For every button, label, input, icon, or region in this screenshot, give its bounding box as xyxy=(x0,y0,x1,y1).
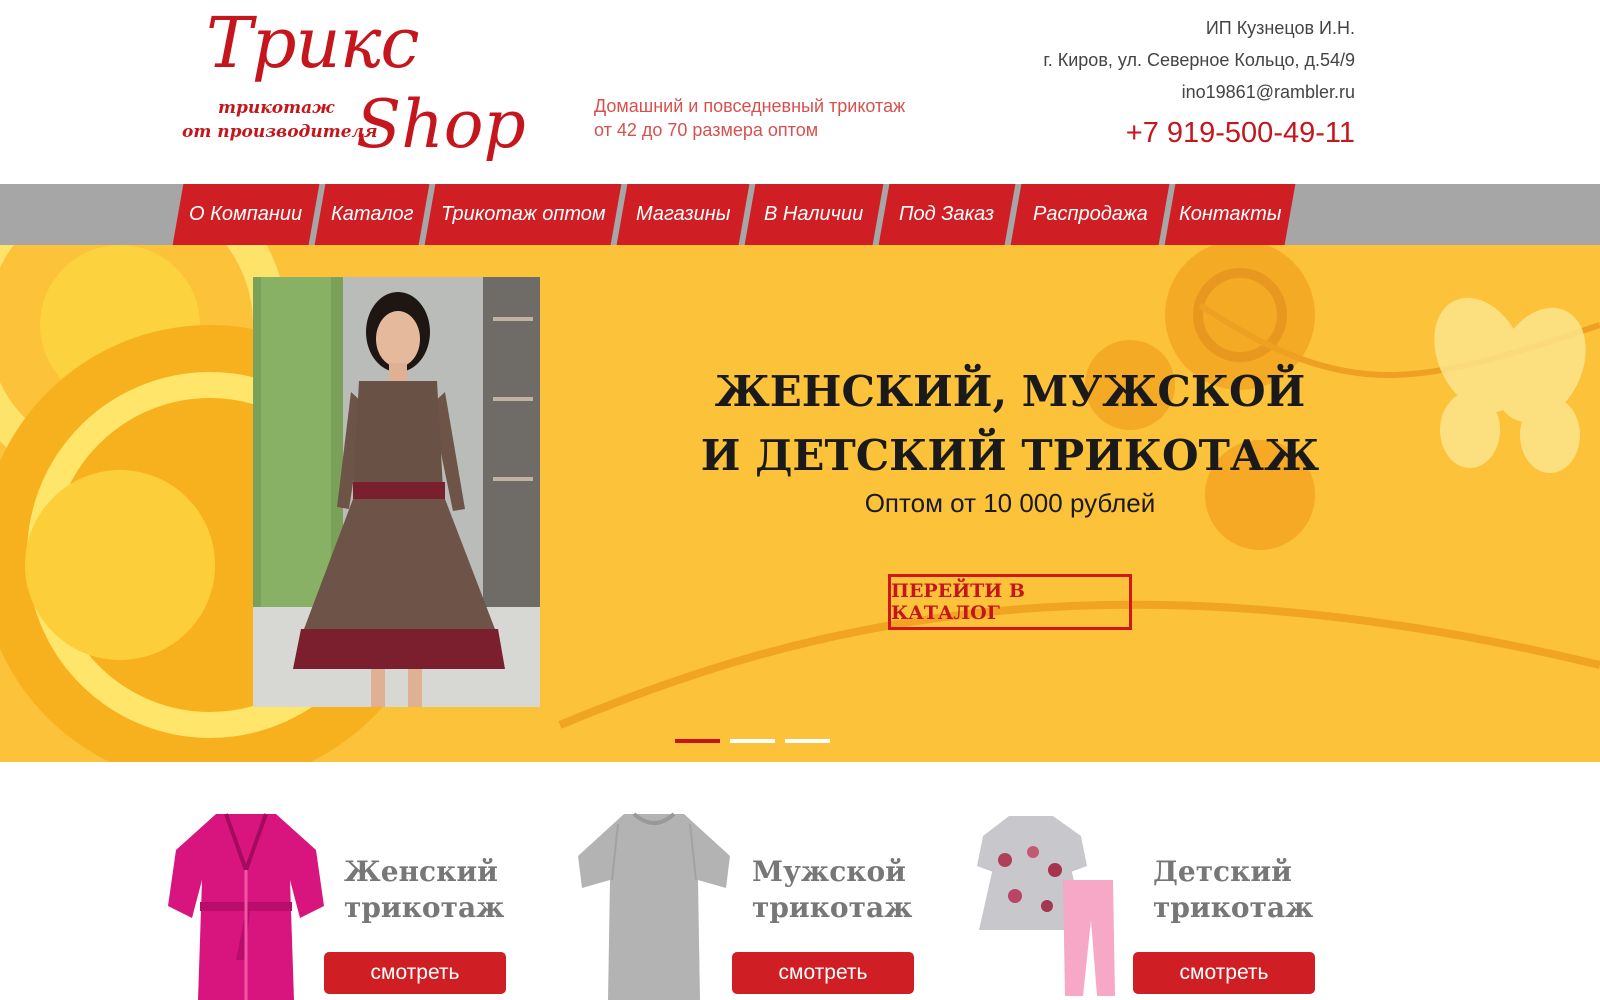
main-nav: О Компании Каталог Трикотаж оптом Магази… xyxy=(0,184,1600,245)
nav-item-label: Распродажа xyxy=(1032,203,1148,225)
nav-item-wholesale[interactable]: Трикотаж оптом xyxy=(424,184,622,245)
nav-item-contacts[interactable]: Контакты xyxy=(1164,184,1296,245)
view-men-button[interactable]: смотреть xyxy=(732,952,914,994)
site-header: Трикс трикотаж от производителя Shop Дом… xyxy=(0,0,1600,184)
company-owner: ИП Кузнецов И.Н. xyxy=(1205,18,1355,38)
nav-item-in-stock[interactable]: В Наличии xyxy=(744,184,884,245)
slider-dot-2[interactable] xyxy=(730,739,775,743)
view-women-button[interactable]: смотреть xyxy=(324,952,506,994)
slider-pagination xyxy=(675,739,840,743)
header-contacts: ИП Кузнецов И.Н. г. Киров, ул. Северное … xyxy=(1043,12,1355,150)
hero-title-line-1: ЖЕНСКИЙ, МУЖСКОЙ xyxy=(714,367,1306,416)
hero-title-line-2: И ДЕТСКИЙ ТРИКОТАЖ xyxy=(700,431,1320,480)
pink-robe-image[interactable] xyxy=(166,810,326,1000)
nav-item-about[interactable]: О Компании xyxy=(172,184,320,245)
nav-item-catalog[interactable]: Каталог xyxy=(314,184,430,245)
logo-word-shop: Shop xyxy=(356,86,526,163)
category-title-women: Женский трикотаж xyxy=(344,854,504,926)
category-section: Женский трикотаж смотреть Мужской трикот… xyxy=(0,762,1600,1000)
kids-dress-image[interactable] xyxy=(975,810,1135,1000)
nav-item-label: Магазины xyxy=(635,203,731,225)
nav-item-label: О Компании xyxy=(189,203,303,225)
category-title-line: Женский xyxy=(344,855,498,888)
hero-model-photo xyxy=(253,277,540,707)
company-phone[interactable]: +7 919-500-49-11 xyxy=(1043,116,1355,150)
category-title-line: Детский xyxy=(1153,855,1292,888)
category-title-line: трикотаж xyxy=(1153,891,1314,924)
model-in-dress-image xyxy=(253,277,540,707)
view-kids-button[interactable]: смотреть xyxy=(1133,952,1315,994)
category-title-men: Мужской трикотаж xyxy=(752,854,912,926)
category-title-kids: Детский трикотаж xyxy=(1153,854,1313,926)
category-kids: Детский трикотаж смотреть xyxy=(975,762,1355,1000)
logo-tagline-1: трикотаж xyxy=(218,98,335,118)
nav-item-sale[interactable]: Распродажа xyxy=(1010,184,1170,245)
tagline-line-1: Домашний и повседневный трикотаж xyxy=(594,96,906,116)
grey-tshirt-image[interactable] xyxy=(574,810,734,1000)
slider-dot-1[interactable] xyxy=(675,739,720,743)
category-title-line: Мужской xyxy=(752,855,906,888)
header-tagline: Домашний и повседневный трикотаж от 42 д… xyxy=(594,94,905,142)
tagline-line-2: от 42 до 70 размера оптом xyxy=(594,120,819,140)
nav-item-to-order[interactable]: Под Заказ xyxy=(878,184,1016,245)
nav-item-label: Трикотаж оптом xyxy=(440,203,606,225)
logo-word-triks: Трикс xyxy=(206,2,420,84)
hero-title: ЖЕНСКИЙ, МУЖСКОЙ И ДЕТСКИЙ ТРИКОТАЖ xyxy=(700,360,1320,488)
nav-item-shops[interactable]: Магазины xyxy=(616,184,750,245)
company-address: г. Киров, ул. Северное Кольцо, д.54/9 xyxy=(1043,50,1355,70)
hero-subtitle: Оптом от 10 000 рублей xyxy=(864,488,1156,518)
site-logo[interactable]: Трикс трикотаж от производителя Shop xyxy=(170,4,540,174)
nav-item-label: Контакты xyxy=(1178,203,1282,225)
nav-item-label: В Наличии xyxy=(764,203,864,225)
company-email[interactable]: ino19861@rambler.ru xyxy=(1043,76,1355,108)
nav-item-label: Под Заказ xyxy=(899,203,995,225)
category-title-line: трикотаж xyxy=(752,891,913,924)
category-men: Мужской трикотаж смотреть xyxy=(574,762,954,1000)
nav-item-label: Каталог xyxy=(330,203,414,225)
hero-slider: ЖЕНСКИЙ, МУЖСКОЙ И ДЕТСКИЙ ТРИКОТАЖ Опто… xyxy=(0,245,1600,762)
category-women: Женский трикотаж смотреть xyxy=(166,762,546,1000)
logo-tagline-2: от производителя xyxy=(182,122,378,142)
go-to-catalog-button[interactable]: ПЕРЕЙТИ В КАТАЛОГ xyxy=(888,574,1132,630)
slider-dot-3[interactable] xyxy=(785,739,830,743)
category-title-line: трикотаж xyxy=(344,891,505,924)
